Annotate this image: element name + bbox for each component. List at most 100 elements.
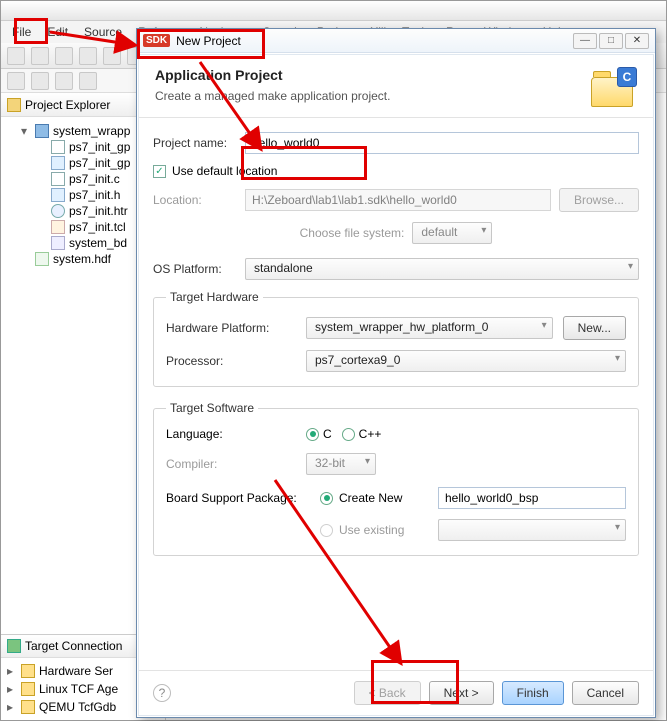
dialog-titlebar[interactable]: SDK New Project — □ ✕ (137, 29, 655, 53)
project-explorer-title: Project Explorer (25, 98, 110, 112)
project-explorer-icon (7, 98, 21, 112)
processor-select[interactable]: ps7_cortexa9_0 (306, 350, 626, 372)
help-icon[interactable]: ? (153, 684, 171, 702)
dialog-heading: Application Project (155, 67, 390, 83)
bsp-label: Board Support Package: (166, 491, 312, 505)
target-software-legend: Target Software (166, 401, 258, 415)
tree-label: system_bd (69, 236, 127, 250)
browse-button: Browse... (559, 188, 639, 212)
target-hardware-legend: Target Hardware (166, 290, 263, 304)
bsp-name-input[interactable] (438, 487, 626, 509)
radio-icon[interactable] (342, 428, 355, 441)
hdf-file-icon (35, 252, 49, 266)
os-platform-row: OS Platform: standalone (153, 258, 639, 280)
project-name-label: Project name: (153, 136, 237, 150)
toolbar-button[interactable] (79, 72, 97, 90)
tree-label: QEMU TcfGdb (39, 700, 116, 714)
processor-label: Processor: (166, 354, 296, 368)
dialog-header-text: Application Project Create a managed mak… (155, 67, 390, 107)
bsp-create-row: Board Support Package: Create New (166, 487, 626, 509)
hardware-platform-select[interactable]: system_wrapper_hw_platform_0 (306, 317, 553, 339)
choose-filesystem-row: Choose file system: default (153, 222, 639, 244)
tree-label: system.hdf (53, 252, 111, 266)
dialog-title: New Project (176, 34, 241, 48)
toolbar-button[interactable] (55, 47, 73, 65)
target-hardware-group: Target Hardware Hardware Platform: syste… (153, 290, 639, 387)
sdk-badge-icon: SDK (143, 34, 170, 47)
bsp-block: Board Support Package: Create New Use ex… (166, 487, 626, 541)
tree-label: ps7_init_gp (69, 140, 130, 154)
menu-edit[interactable]: Edit (40, 23, 75, 41)
expand-icon[interactable]: ▸ (7, 664, 17, 678)
os-platform-label: OS Platform: (153, 262, 237, 276)
target-connections-title: Target Connection (25, 639, 122, 653)
bsp-existing-label: Use existing (339, 523, 404, 537)
tcl-file-icon (51, 220, 65, 234)
menu-source[interactable]: Source (77, 23, 129, 41)
toolbar-button[interactable] (7, 72, 25, 90)
finish-button[interactable]: Finish (502, 681, 564, 705)
back-button: < Back (354, 681, 421, 705)
project-name-input[interactable] (245, 132, 639, 154)
tree-label: ps7_init.h (69, 188, 120, 202)
c-file-icon (51, 172, 65, 186)
target-connections-icon (7, 639, 21, 653)
expand-icon[interactable]: ▸ (7, 682, 17, 696)
minimize-button[interactable]: — (573, 33, 597, 49)
dialog-body: Project name: ✓ Use default location Loc… (139, 118, 653, 670)
processor-row: Processor: ps7_cortexa9_0 (166, 350, 626, 372)
toolbar-button[interactable] (31, 72, 49, 90)
language-cpp-label: C++ (359, 427, 382, 441)
use-default-location-row[interactable]: ✓ Use default location (153, 164, 639, 178)
language-c-option[interactable]: C (306, 427, 332, 441)
toolbar-button[interactable] (79, 47, 97, 65)
expand-icon[interactable]: ▸ (7, 700, 17, 714)
h-file-icon (51, 156, 65, 170)
toolbar-button[interactable] (103, 47, 121, 65)
use-default-label: Use default location (172, 164, 277, 178)
expand-icon[interactable]: ▾ (21, 124, 31, 138)
c-badge-icon: C (617, 67, 637, 87)
dialog-frame: Application Project Create a managed mak… (138, 54, 654, 716)
choose-filesystem-select: default (412, 222, 492, 244)
c-file-icon (51, 140, 65, 154)
location-input (245, 189, 551, 211)
tree-label: system_wrapp (53, 124, 130, 138)
toolbar-button[interactable] (7, 47, 25, 65)
tree-label: Hardware Ser (39, 664, 113, 678)
radio-icon[interactable] (306, 428, 319, 441)
toolbar-button[interactable] (31, 47, 49, 65)
h-file-icon (51, 188, 65, 202)
target-software-group: Target Software Language: C C++ Compiler… (153, 401, 639, 556)
bsp-create-label: Create New (339, 491, 402, 505)
hardware-new-button[interactable]: New... (563, 316, 626, 340)
toolbar-button[interactable] (55, 72, 73, 90)
language-row: Language: C C++ (166, 427, 626, 441)
hardware-platform-row: Hardware Platform: system_wrapper_hw_pla… (166, 316, 626, 340)
folder-icon (21, 664, 35, 678)
next-button[interactable]: Next > (429, 681, 494, 705)
project-name-row: Project name: (153, 132, 639, 154)
location-row: Location: Browse... (153, 188, 639, 212)
tree-label: ps7_init.c (69, 172, 120, 186)
bsp-create-option[interactable]: Create New (320, 491, 430, 505)
folder-icon (21, 700, 35, 714)
maximize-button[interactable]: □ (599, 33, 623, 49)
use-default-checkbox[interactable]: ✓ (153, 165, 166, 178)
bd-file-icon (51, 236, 65, 250)
dialog-header-icon: C (591, 67, 637, 107)
radio-icon[interactable] (320, 492, 333, 505)
compiler-row: Compiler: 32-bit (166, 453, 626, 475)
language-cpp-option[interactable]: C++ (342, 427, 382, 441)
language-c-label: C (323, 427, 332, 441)
menu-file[interactable]: File (5, 23, 38, 41)
folder-icon (21, 682, 35, 696)
hardware-platform-label: Hardware Platform: (166, 321, 296, 335)
choose-filesystem-label: Choose file system: (300, 226, 405, 240)
cancel-button[interactable]: Cancel (572, 681, 639, 705)
os-platform-select[interactable]: standalone (245, 258, 639, 280)
window-controls: — □ ✕ (573, 33, 649, 49)
folder-icon (35, 124, 49, 138)
compiler-select: 32-bit (306, 453, 376, 475)
close-button[interactable]: ✕ (625, 33, 649, 49)
